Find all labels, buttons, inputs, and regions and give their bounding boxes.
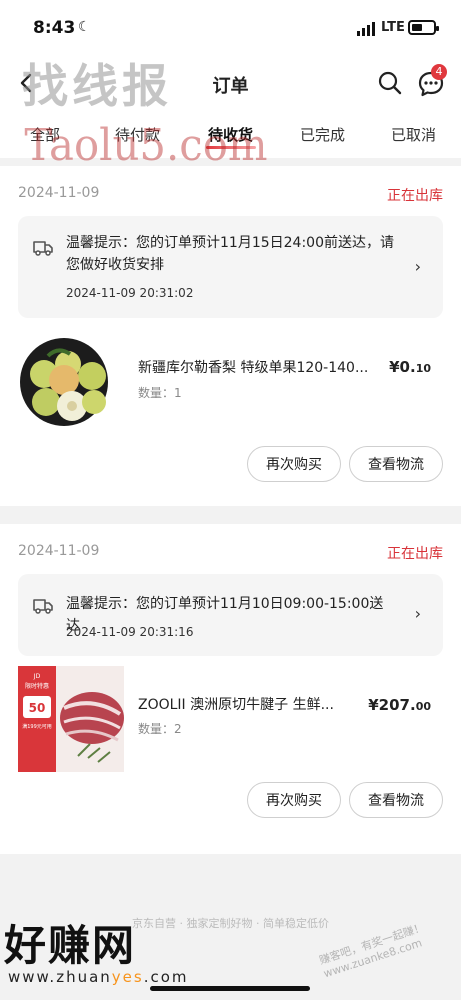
status-time: 8:43 <box>33 18 76 38</box>
product-quantity: 数量：1 <box>138 386 182 400</box>
product-name[interactable]: 新疆库尔勒香梨 特级单果120-140... <box>138 357 378 377</box>
delivery-notice[interactable]: 温馨提示：您的订单预计11月15日24:00前送达，请您做好收货安排 2024-… <box>18 216 443 318</box>
signal-icon <box>357 22 375 36</box>
notice-text: 温馨提示：您的订单预计11月15日24:00前送达，请您做好收货安排 <box>66 235 394 273</box>
promo-price: 50 <box>29 701 46 715</box>
notice-time: 2024-11-09 20:31:16 <box>66 625 194 639</box>
promo-title: 限时特惠 <box>25 682 49 690</box>
order-status: 正在出库 <box>387 188 443 204</box>
watermark-bottom-url: www.zhuanyes.com <box>8 968 189 986</box>
order-status: 正在出库 <box>387 546 443 562</box>
pear-image <box>20 338 108 426</box>
network-label: LTE <box>381 20 405 35</box>
moon-icon: ☾ <box>78 19 91 35</box>
order-card: 2024-11-09 正在出库 温馨提示：您的订单预计11月10日09:00-1… <box>0 524 461 854</box>
chevron-right-icon: › <box>414 257 421 276</box>
product-quantity: 数量：2 <box>138 722 182 736</box>
order-date: 2024-11-09 <box>18 543 100 559</box>
message-badge: 4 <box>431 64 447 80</box>
product-image[interactable] <box>18 336 124 442</box>
watermark-top-url: Taolu5.com <box>24 120 268 171</box>
promo-brand: JD <box>33 673 41 680</box>
beef-image: JD 限时特惠 50 满199元可用 <box>18 666 124 772</box>
view-logistics-button[interactable]: 查看物流 <box>349 782 443 818</box>
delivery-notice[interactable]: 温馨提示：您的订单预计11月10日09:00-15:00送达 2024-11-0… <box>18 574 443 656</box>
home-indicator[interactable] <box>150 986 310 991</box>
search-icon[interactable] <box>377 70 403 96</box>
battery-icon <box>408 20 439 35</box>
tab-cancelled[interactable]: 已取消 <box>391 124 436 145</box>
delivery-truck-icon <box>33 241 53 256</box>
watermark-top: 找线报 <box>22 59 172 113</box>
delivery-truck-icon <box>33 599 53 614</box>
notice-time: 2024-11-09 20:31:02 <box>66 286 194 300</box>
buy-again-button[interactable]: 再次购买 <box>247 782 341 818</box>
order-card: 2024-11-09 正在出库 温馨提示：您的订单预计11月15日24:00前送… <box>0 166 461 506</box>
order-date: 2024-11-09 <box>18 185 100 201</box>
tab-completed[interactable]: 已完成 <box>300 124 345 145</box>
product-price: ¥0.10 <box>389 358 431 376</box>
watermark-bottom: 好赚网 <box>4 921 137 970</box>
product-image[interactable]: JD 限时特惠 50 满199元可用 <box>18 666 124 772</box>
buy-again-button[interactable]: 再次购买 <box>247 446 341 482</box>
product-name[interactable]: ZOOLII 澳洲原切牛腱子 生鲜... <box>138 694 338 714</box>
chevron-right-icon: › <box>414 604 421 623</box>
promo-coupon: 满199元可用 <box>22 723 52 730</box>
product-price: ¥207.00 <box>368 696 431 714</box>
view-logistics-button[interactable]: 查看物流 <box>349 446 443 482</box>
